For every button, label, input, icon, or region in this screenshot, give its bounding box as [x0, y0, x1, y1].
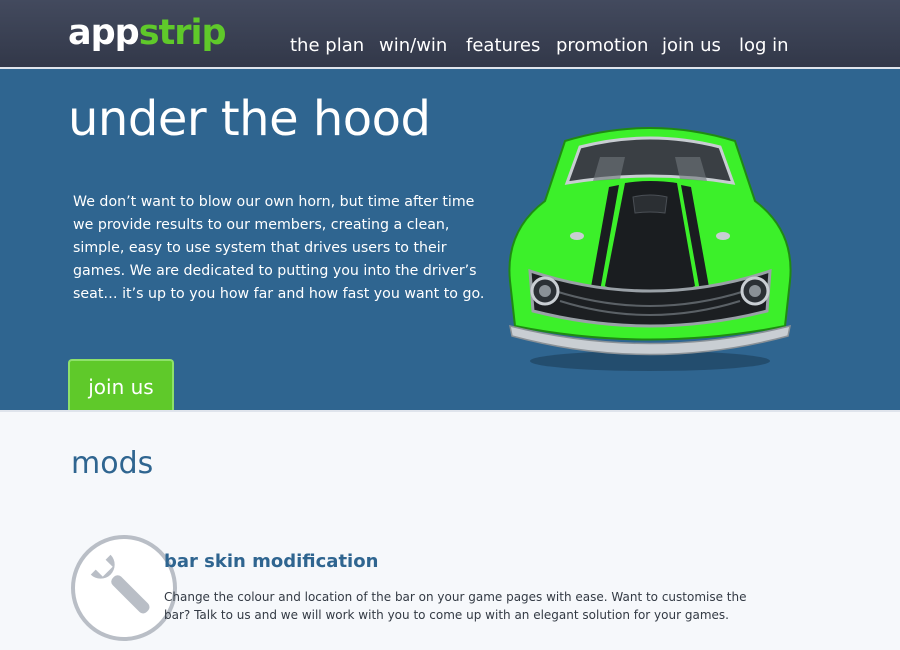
hero-title: under the hood: [68, 91, 431, 147]
nav-link-the-plan[interactable]: the plan: [290, 34, 364, 58]
hero-section: under the hood We don’t want to blow our…: [0, 69, 900, 412]
hero-description: We don’t want to blow our own horn, but …: [73, 194, 485, 302]
nav-link-log-in[interactable]: log in: [739, 34, 789, 58]
join-us-button[interactable]: join us: [68, 359, 174, 410]
nav-link-win-win[interactable]: win/win: [379, 34, 447, 58]
mods-heading: mods: [71, 446, 154, 481]
mod-icon-circle: [71, 535, 177, 641]
top-nav-bar: appstrip the plan win/win features promo…: [0, 0, 900, 69]
nav-link-features[interactable]: features: [466, 34, 540, 58]
mod-description-bar-skin: Change the colour and location of the ba…: [164, 590, 747, 622]
wrench-icon: [90, 554, 150, 614]
muscle-car-image: [508, 127, 792, 371]
mod-title-bar-skin: bar skin modification: [164, 551, 379, 572]
main-nav: the plan win/win features promotion join…: [0, 0, 900, 69]
nav-link-promotion[interactable]: promotion: [556, 34, 648, 58]
nav-link-join-us[interactable]: join us: [662, 34, 721, 58]
